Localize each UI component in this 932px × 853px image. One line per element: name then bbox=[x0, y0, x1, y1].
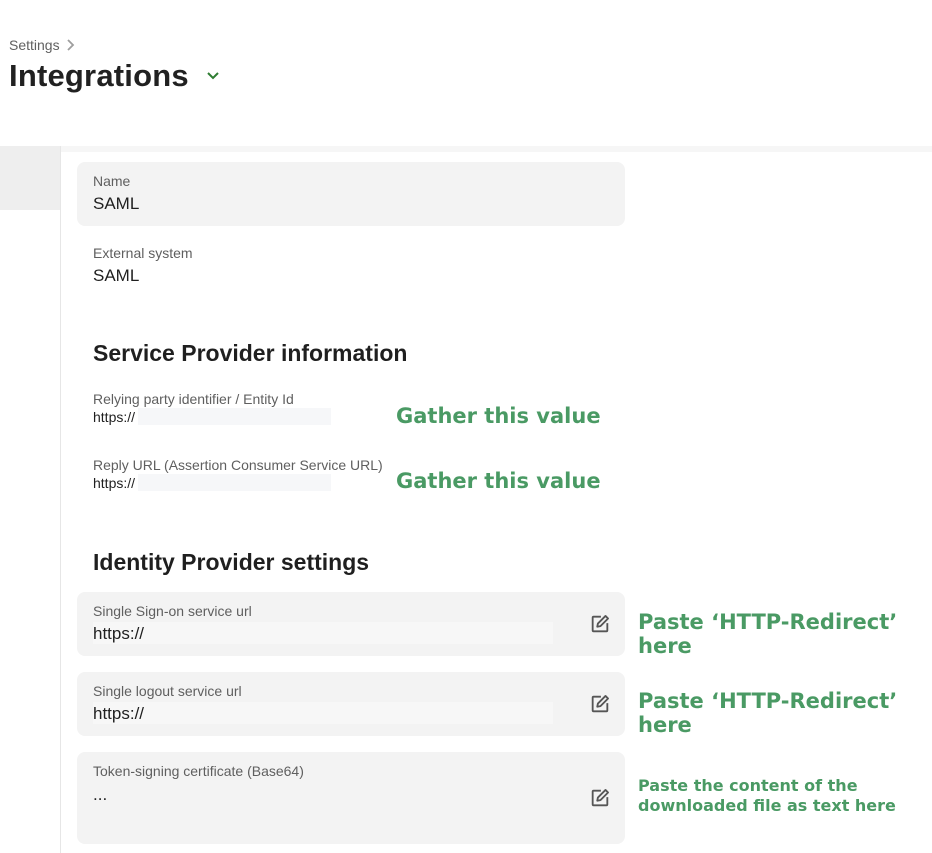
logout-url-label: Single logout service url bbox=[93, 683, 242, 699]
certificate-value[interactable]: ... bbox=[93, 785, 107, 805]
edit-icon[interactable] bbox=[589, 787, 611, 809]
breadcrumb-settings-link[interactable]: Settings bbox=[9, 37, 60, 53]
left-rail bbox=[0, 146, 61, 853]
sso-url-value[interactable]: https:// bbox=[93, 624, 144, 644]
sp-section-title: Service Provider information bbox=[93, 340, 408, 366]
entity-id-redacted bbox=[138, 408, 331, 425]
certificate-label: Token-signing certificate (Base64) bbox=[93, 763, 304, 779]
annotation-paste-sso: Paste ‘HTTP-Redirect’ here bbox=[638, 610, 898, 658]
certificate-field[interactable]: Token-signing certificate (Base64) ... bbox=[77, 752, 625, 844]
sso-url-redacted bbox=[93, 622, 553, 644]
external-system-value: SAML bbox=[93, 266, 140, 285]
annotation-paste-certificate: Paste the content of the downloaded file… bbox=[638, 776, 896, 815]
annotation-gather-reply-url: Gather this value bbox=[396, 469, 601, 493]
annotation-paste-logout: Paste ‘HTTP-Redirect’ here bbox=[638, 689, 898, 737]
logout-url-redacted bbox=[93, 702, 553, 724]
page-title: Integrations bbox=[9, 58, 189, 93]
edit-icon[interactable] bbox=[589, 693, 611, 715]
selected-nav-item[interactable] bbox=[0, 146, 60, 210]
reply-url-value: https:// bbox=[93, 475, 136, 491]
breadcrumb: Settings bbox=[9, 37, 76, 53]
name-field[interactable]: Name SAML bbox=[77, 162, 625, 226]
logout-url-value[interactable]: https:// bbox=[93, 704, 144, 724]
chevron-right-icon bbox=[66, 39, 74, 51]
reply-url-label: Reply URL (Assertion Consumer Service UR… bbox=[93, 457, 383, 473]
header-divider bbox=[0, 146, 932, 152]
idp-section-title: Identity Provider settings bbox=[93, 549, 370, 575]
entity-id-label: Relying party identifier / Entity Id bbox=[93, 391, 294, 407]
sso-url-field[interactable]: Single Sign-on service url https:// bbox=[77, 592, 625, 656]
logout-url-field[interactable]: Single logout service url https:// bbox=[77, 672, 625, 736]
page-title-wrap: Integrations bbox=[9, 58, 221, 94]
name-value: SAML bbox=[93, 194, 140, 213]
chevron-down-icon[interactable] bbox=[205, 70, 221, 82]
name-label: Name bbox=[93, 173, 131, 189]
external-system-label: External system bbox=[93, 245, 193, 261]
edit-icon[interactable] bbox=[589, 613, 611, 635]
annotation-gather-entity-id: Gather this value bbox=[396, 404, 601, 428]
sso-url-label: Single Sign-on service url bbox=[93, 603, 252, 619]
reply-url-redacted bbox=[138, 474, 331, 491]
entity-id-value: https:// bbox=[93, 409, 136, 425]
